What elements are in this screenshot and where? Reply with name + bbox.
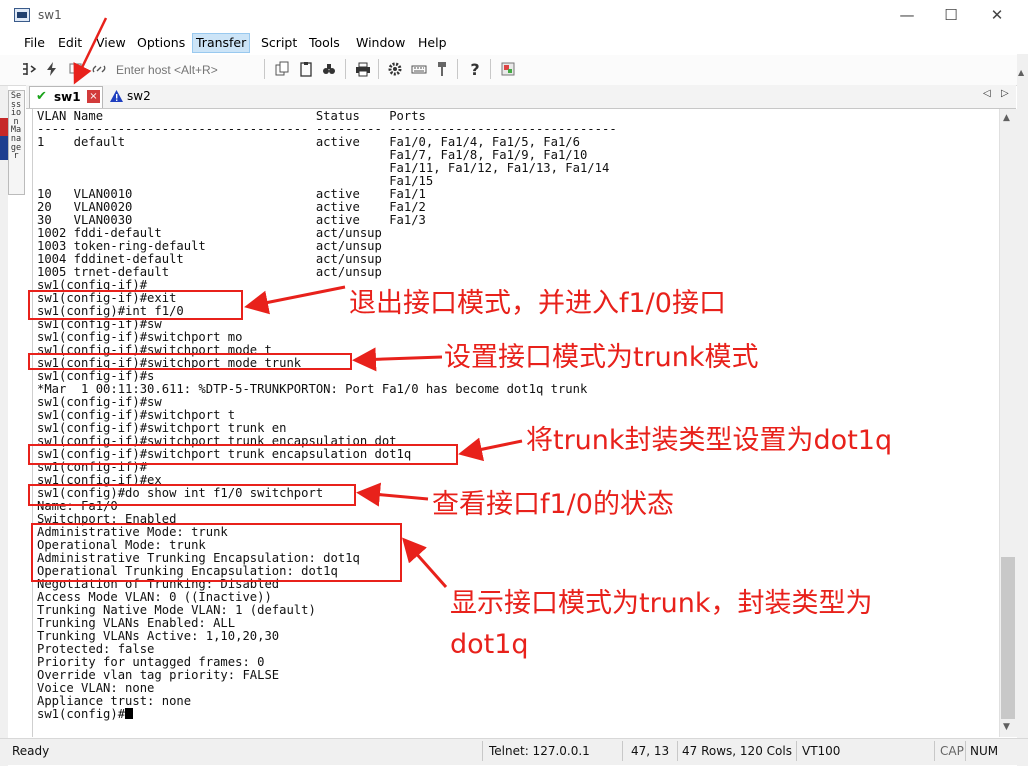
host-input[interactable] xyxy=(114,60,263,80)
terminal-cursor xyxy=(125,708,134,719)
scroll-down-icon[interactable]: ▼ xyxy=(1003,722,1010,732)
gear-icon[interactable] xyxy=(386,60,404,78)
menu-help[interactable]: Help xyxy=(415,34,450,52)
outer-scroll-up-icon[interactable]: ▲ xyxy=(1018,68,1024,77)
session-manager-strip xyxy=(0,86,8,766)
session-flag-icon xyxy=(0,118,8,136)
menu-transfer[interactable]: Transfer xyxy=(192,33,251,53)
menu-tools[interactable]: Tools xyxy=(306,34,343,52)
lightning-icon[interactable] xyxy=(43,60,61,78)
annotation-result-line2: dot1q xyxy=(450,629,529,660)
toolbar-separator xyxy=(345,59,346,79)
status-separator xyxy=(796,741,797,761)
keymap-icon[interactable] xyxy=(410,60,428,78)
session-manager-label: Session Manager xyxy=(10,91,22,162)
title-bar xyxy=(0,0,1028,31)
annotation-result-line1: 显示接口模式为trunk，封装类型为 xyxy=(450,588,873,619)
annotation-exit-int: 退出接口模式，并进入f1/0接口 xyxy=(349,288,726,319)
outer-scrollbar[interactable] xyxy=(1017,54,1028,766)
terminal-output: VLAN Name Status Ports ---- -------------… xyxy=(37,110,617,721)
menu-edit[interactable]: Edit xyxy=(55,34,85,52)
toolbar-separator xyxy=(378,59,379,79)
scroll-up-icon[interactable]: ▲ xyxy=(1003,113,1010,123)
status-cursor-position: 47, 13 xyxy=(631,744,670,758)
tab-label: sw1 xyxy=(54,90,81,104)
status-separator xyxy=(965,741,966,761)
app-icon xyxy=(14,8,30,22)
maximize-button[interactable]: ☐ xyxy=(928,0,974,31)
status-size: 47 Rows, 120 Cols xyxy=(682,744,792,758)
status-num: NUM xyxy=(970,744,999,758)
status-separator xyxy=(622,741,623,761)
tab-next-icon[interactable]: ▷ xyxy=(1001,88,1009,99)
tab-prev-icon[interactable]: ◁ xyxy=(983,88,991,99)
help-icon[interactable]: ? xyxy=(466,60,484,79)
warning-icon xyxy=(110,90,123,102)
toolbar-separator xyxy=(490,59,491,79)
annotation-encapsulation: 将trunk封装类型设置为dot1q xyxy=(526,425,893,456)
status-ready: Ready xyxy=(12,744,50,758)
highlight-encapsulation xyxy=(28,444,458,465)
toolbar-separator xyxy=(457,59,458,79)
disconnect-icon[interactable] xyxy=(90,60,108,78)
tab-sw2[interactable]: sw2 xyxy=(106,87,158,107)
highlight-show-switchport xyxy=(28,484,356,506)
annotation-show-status: 查看接口f1/0的状态 xyxy=(432,489,674,520)
close-button[interactable]: ✕ xyxy=(974,0,1020,31)
status-separator xyxy=(934,741,935,761)
terminal-prompt: sw1(config)# xyxy=(37,707,126,721)
tab-label: sw2 xyxy=(127,89,151,103)
scroll-thumb[interactable] xyxy=(1001,557,1015,719)
print-icon[interactable] xyxy=(354,60,372,78)
toolbar-separator xyxy=(264,59,265,79)
sftp-icon[interactable] xyxy=(499,60,517,78)
menu-options[interactable]: Options xyxy=(134,34,188,52)
reconnect-icon[interactable] xyxy=(67,60,85,78)
connect-icon[interactable] xyxy=(20,60,38,78)
menu-script[interactable]: Script xyxy=(258,34,300,52)
annotation-mode-trunk: 设置接口模式为trunk模式 xyxy=(444,342,759,373)
highlight-result xyxy=(31,523,402,582)
minimize-button[interactable]: — xyxy=(884,0,930,31)
check-icon: ✔ xyxy=(36,89,47,104)
highlight-exit-int xyxy=(28,290,243,320)
menu-view[interactable]: View xyxy=(93,34,129,52)
status-emulation: VT100 xyxy=(802,744,841,758)
terminal-prompt-line: sw1(config)# xyxy=(37,708,617,721)
menu-window[interactable]: Window xyxy=(353,34,408,52)
paste-icon[interactable] xyxy=(297,60,315,78)
find-icon[interactable] xyxy=(320,60,338,78)
status-separator xyxy=(482,741,483,761)
highlight-mode-trunk xyxy=(28,353,352,370)
tab-close-icon[interactable]: × xyxy=(87,90,100,103)
status-connection: Telnet: 127.0.0.1 xyxy=(489,744,590,758)
status-separator xyxy=(677,741,678,761)
session-flag-icon xyxy=(0,136,8,160)
copy-icon[interactable] xyxy=(273,60,291,78)
status-caps: CAP xyxy=(940,744,964,758)
key-icon[interactable] xyxy=(433,60,451,78)
tab-row xyxy=(26,85,1016,109)
menu-file[interactable]: File xyxy=(21,34,48,52)
window-title: sw1 xyxy=(38,8,62,22)
